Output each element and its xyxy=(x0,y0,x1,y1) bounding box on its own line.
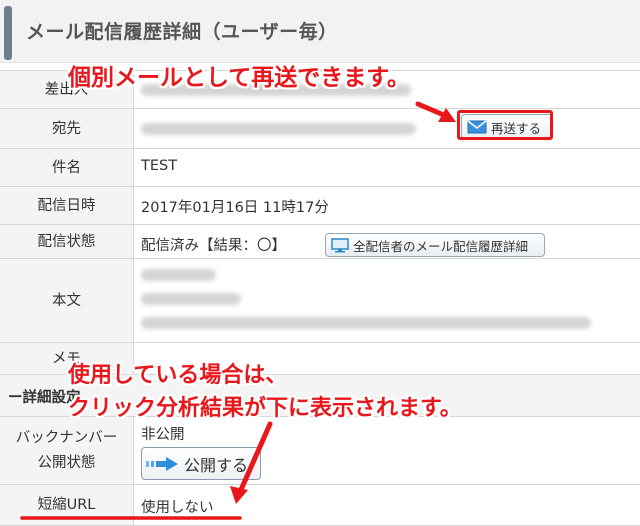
annotation-bottom-line2: クリック分析結果が下に表示されます。 xyxy=(68,396,462,421)
top-annotation-arrow xyxy=(415,101,449,119)
bottom-annotation-arrowhead xyxy=(230,486,248,504)
annotation-top: 個別メールとして再送できます。 xyxy=(68,65,411,91)
bottom-annotation-arrow xyxy=(237,421,273,495)
annotation-bottom-line1: 使用している場合は、 xyxy=(68,363,288,388)
